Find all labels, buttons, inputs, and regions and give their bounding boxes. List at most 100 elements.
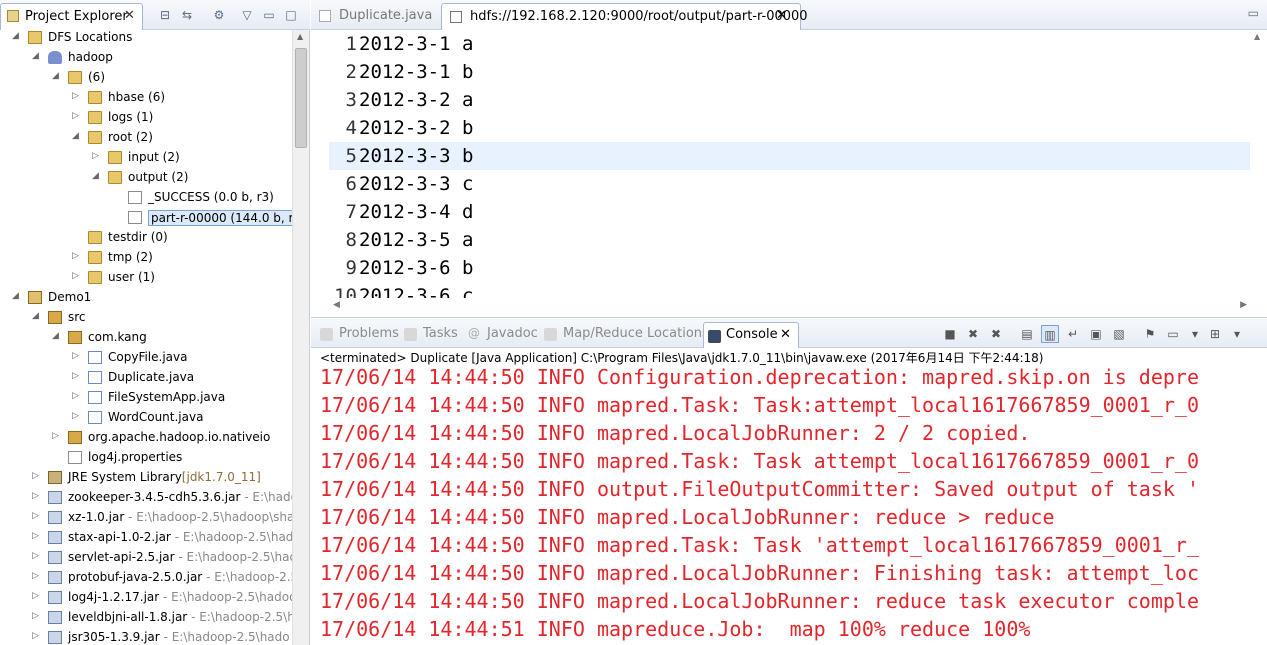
collapsed-arrow-icon[interactable]: ▷ bbox=[72, 91, 82, 101]
editor-minimize-icon[interactable]: ▭ bbox=[1248, 6, 1259, 20]
tree-item[interactable]: ▷ Duplicate.java bbox=[0, 368, 292, 388]
collapsed-arrow-icon[interactable]: ▷ bbox=[32, 531, 42, 541]
code-line[interactable]: 4 2012-3-2 b bbox=[329, 114, 1251, 142]
expanded-arrow-icon[interactable]: ◢ bbox=[12, 291, 22, 301]
collapsed-arrow-icon[interactable]: ▷ bbox=[72, 251, 82, 261]
close-icon[interactable]: ✕ bbox=[780, 327, 791, 342]
tree-item[interactable]: ◢ com.kang bbox=[0, 328, 292, 348]
code-line[interactable]: 5 2012-3-3 b bbox=[329, 142, 1251, 170]
tree-item[interactable]: ▷ user (1) bbox=[0, 268, 292, 288]
expanded-arrow-icon[interactable]: ◢ bbox=[32, 311, 42, 321]
tree-item[interactable]: ▷ hbase (6) bbox=[0, 88, 292, 108]
tab-hdfs-part-file[interactable]: hdfs://192.168.2.120:9000/root/output/pa… bbox=[441, 3, 808, 30]
scroll-up-arrow-icon[interactable]: ▲ bbox=[297, 32, 303, 41]
tree-item[interactable]: ▷ JRE System Library[jdk1.7.0_11] bbox=[0, 468, 292, 488]
tree-item[interactable]: ▷ FileSystemApp.java bbox=[0, 388, 292, 408]
remove-launch-icon[interactable]: ✖ bbox=[964, 325, 982, 343]
show-on-error-icon[interactable]: ▧ bbox=[1110, 325, 1128, 343]
collapsed-arrow-icon[interactable]: ▷ bbox=[32, 491, 42, 501]
tree-item[interactable]: part-r-00000 (144.0 b, r3) bbox=[0, 208, 292, 228]
code-line[interactable]: 8 2012-3-5 a bbox=[329, 226, 1251, 254]
code-view[interactable]: 1 2012-3-1 a 2 2012-3-1 b 3 2012-3-2 a 4 2012-3… bbox=[329, 30, 1251, 298]
expanded-arrow-icon[interactable]: ◢ bbox=[52, 71, 62, 81]
tree-item[interactable]: ▷ xz-1.0.jar - E:\hadoop-2.5\hadoop\sha bbox=[0, 508, 292, 528]
tree-item[interactable]: ◢ root (2) bbox=[0, 128, 292, 148]
remove-all-terminated-icon[interactable]: ✖ bbox=[987, 325, 1005, 343]
view-menu-chevron-down-icon[interactable]: ▽ bbox=[238, 6, 256, 24]
collapsed-arrow-icon[interactable]: ▷ bbox=[72, 371, 82, 381]
scrollbar-thumb[interactable] bbox=[295, 48, 307, 148]
collapsed-arrow-icon[interactable]: ▷ bbox=[32, 591, 42, 601]
expanded-arrow-icon[interactable]: ◢ bbox=[52, 331, 62, 341]
collapsed-arrow-icon[interactable]: ▷ bbox=[92, 151, 102, 161]
collapsed-arrow-icon[interactable]: ▷ bbox=[32, 571, 42, 581]
code-line[interactable]: 1 2012-3-1 a bbox=[329, 30, 1251, 58]
expanded-arrow-icon[interactable]: ◢ bbox=[12, 31, 22, 41]
show-on-output-icon[interactable]: ▣ bbox=[1087, 325, 1105, 343]
tree-item[interactable]: ▷ input (2) bbox=[0, 148, 292, 168]
collapse-all-icon[interactable]: ⊟ bbox=[156, 6, 174, 24]
tab-duplicate-java[interactable]: Duplicate.java bbox=[311, 3, 438, 30]
chevron-down-icon[interactable]: ▾ bbox=[1186, 325, 1204, 343]
collapsed-arrow-icon[interactable]: ▷ bbox=[32, 631, 42, 641]
tree-item[interactable]: ▷ stax-api-1.0-2.jar - E:\hadoop-2.5\hado bbox=[0, 528, 292, 548]
expanded-arrow-icon[interactable]: ◢ bbox=[32, 51, 42, 61]
tree-item[interactable]: ▷ protobuf-java-2.5.0.jar - E:\hadoop-2.5 bbox=[0, 568, 292, 588]
scroll-left-arrow-icon[interactable]: ◀ bbox=[333, 300, 340, 310]
tree-item[interactable]: ▷ org.apache.hadoop.io.nativeio bbox=[0, 428, 292, 448]
close-icon[interactable]: ✕ bbox=[776, 8, 787, 23]
console-output[interactable]: 17/06/14 14:44:50 INFO Configuration.dep… bbox=[320, 363, 1267, 645]
minimize-icon[interactable]: ▭ bbox=[260, 6, 278, 24]
tree-item[interactable]: ▷ servlet-api-2.5.jar - E:\hadoop-2.5\had bbox=[0, 548, 292, 568]
view-filter-icon[interactable]: ⚙ bbox=[210, 6, 228, 24]
tree-item[interactable]: ◢ (6) bbox=[0, 68, 292, 88]
collapsed-arrow-icon[interactable]: ▷ bbox=[32, 611, 42, 621]
tree-scrollbar[interactable]: ▲ bbox=[292, 30, 309, 645]
open-console-icon[interactable]: ⊞ bbox=[1206, 325, 1224, 343]
collapsed-arrow-icon[interactable]: ▷ bbox=[72, 411, 82, 421]
code-line[interactable]: 9 2012-3-6 b bbox=[329, 254, 1251, 282]
maximize-icon[interactable]: □ bbox=[282, 6, 300, 24]
collapsed-arrow-icon[interactable]: ▷ bbox=[32, 511, 42, 521]
tab-console[interactable]: Console ✕ bbox=[703, 322, 799, 348]
tree-item[interactable]: ▷ jsr305-1.3.9.jar - E:\hadoop-2.5\hado bbox=[0, 628, 292, 645]
tab-project-explorer[interactable]: Project Explorer ✕ bbox=[0, 3, 143, 30]
collapsed-arrow-icon[interactable]: ▷ bbox=[72, 351, 82, 361]
tree-item[interactable]: ◢ DFS Locations bbox=[0, 30, 292, 48]
tree-item[interactable]: ▷ tmp (2) bbox=[0, 248, 292, 268]
tree-item[interactable]: _SUCCESS (0.0 b, r3) bbox=[0, 188, 292, 208]
display-selected-console-icon[interactable]: ▭ bbox=[1164, 325, 1182, 343]
code-line[interactable]: 10 2012-3-6 c bbox=[329, 282, 1251, 298]
collapsed-arrow-icon[interactable]: ▷ bbox=[72, 111, 82, 121]
collapsed-arrow-icon[interactable]: ▷ bbox=[52, 431, 62, 441]
collapsed-arrow-icon[interactable]: ▷ bbox=[32, 471, 42, 481]
scroll-up-arrow-icon[interactable]: ▲ bbox=[1254, 32, 1260, 41]
tree-item[interactable]: ▷ logs (1) bbox=[0, 108, 292, 128]
tree-item[interactable]: log4j.properties bbox=[0, 448, 292, 468]
code-line[interactable]: 7 2012-3-4 d bbox=[329, 198, 1251, 226]
editor-horizontal-scrollbar[interactable]: ◀ ▶ bbox=[329, 298, 1251, 315]
expanded-arrow-icon[interactable]: ◢ bbox=[72, 131, 82, 141]
collapsed-arrow-icon[interactable]: ▷ bbox=[72, 391, 82, 401]
terminate-icon[interactable]: ■ bbox=[941, 325, 959, 343]
tree-item[interactable]: ▷ log4j-1.2.17.jar - E:\hadoop-2.5\hadoo bbox=[0, 588, 292, 608]
code-line[interactable]: 3 2012-3-2 a bbox=[329, 86, 1251, 114]
editor-vertical-scrollbar[interactable]: ▲ bbox=[1250, 30, 1267, 298]
link-with-editor-icon[interactable]: ⇆ bbox=[178, 6, 196, 24]
tree-item[interactable]: ▷ leveldbjni-all-1.8.jar - E:\hadoop-2.5\… bbox=[0, 608, 292, 628]
close-icon[interactable]: ✕ bbox=[124, 8, 135, 23]
code-line[interactable]: 6 2012-3-3 c bbox=[329, 170, 1251, 198]
collapsed-arrow-icon[interactable]: ▷ bbox=[72, 271, 82, 281]
clear-console-icon[interactable]: ▤ bbox=[1018, 325, 1036, 343]
pin-console-icon[interactable]: ⚑ bbox=[1141, 325, 1159, 343]
tree-item[interactable]: ▷ CopyFile.java bbox=[0, 348, 292, 368]
tree-item[interactable]: ◢ Demo1 bbox=[0, 288, 292, 308]
chevron-down-icon[interactable]: ▾ bbox=[1228, 325, 1246, 343]
code-line[interactable]: 2 2012-3-1 b bbox=[329, 58, 1251, 86]
tree-item[interactable]: ▷ WordCount.java bbox=[0, 408, 292, 428]
scroll-right-arrow-icon[interactable]: ▶ bbox=[1240, 300, 1247, 310]
tree-item[interactable]: ◢ hadoop bbox=[0, 48, 292, 68]
scroll-lock-icon[interactable]: ▥ bbox=[1041, 325, 1059, 343]
collapsed-arrow-icon[interactable]: ▷ bbox=[32, 551, 42, 561]
tree-item[interactable]: ◢ output (2) bbox=[0, 168, 292, 188]
